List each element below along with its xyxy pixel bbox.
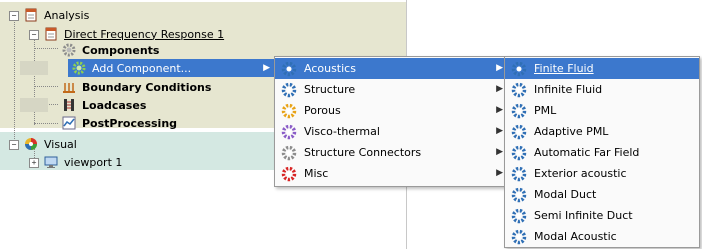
tree-item-analysis[interactable]: Analysis	[24, 6, 89, 24]
menu-item-finite-fluid[interactable]: Finite Fluid	[505, 58, 699, 79]
faded-row-marker	[20, 61, 48, 75]
gear-icon	[281, 166, 297, 181]
menu-label: Acoustics	[304, 62, 356, 75]
boundary-icon	[62, 80, 76, 94]
tree-label: viewport 1	[64, 155, 123, 169]
tree-label: Direct Frequency Response 1	[64, 27, 225, 41]
acoustics-menu: Finite Fluid Infinite Fluid PML Adaptive…	[504, 56, 700, 248]
menu-label: Semi Infinite Duct	[534, 209, 633, 222]
submenu-arrow-icon: ▶	[496, 105, 503, 115]
submenu-arrow-icon: ▶	[496, 168, 503, 178]
gear-icon	[62, 43, 76, 57]
tree-label: Visual	[44, 137, 77, 151]
gear-icon	[511, 229, 527, 244]
menu-item-structure[interactable]: Structure ▶	[275, 79, 509, 100]
menu-label: Finite Fluid	[534, 62, 594, 75]
tree-line	[34, 86, 58, 87]
faded-row-marker	[20, 98, 48, 112]
menu-label: Modal Duct	[534, 188, 597, 201]
menu-label: Structure	[304, 83, 356, 96]
tree-line	[34, 48, 58, 49]
menu-item-structure-connectors[interactable]: Structure Connectors ▶	[275, 142, 509, 163]
menu-label: Porous	[304, 104, 341, 117]
menu-item-semi-infinite-duct[interactable]: Semi Infinite Duct	[505, 205, 699, 226]
tree-label: Loadcases	[82, 98, 147, 112]
tree-label: Analysis	[44, 8, 90, 22]
tree-item-loadcases[interactable]: Loadcases	[62, 96, 146, 114]
monitor-icon	[44, 155, 58, 169]
menu-item-pml[interactable]: PML	[505, 100, 699, 121]
gear-icon	[511, 82, 527, 97]
tree-item-components[interactable]: Components	[62, 41, 159, 59]
menu-label: PML	[534, 104, 557, 117]
document-icon	[24, 8, 38, 22]
gear-icon	[511, 145, 527, 160]
gear-icon	[281, 61, 297, 76]
gear-icon	[281, 124, 297, 139]
gear-icon	[281, 103, 297, 118]
menu-item-porous[interactable]: Porous ▶	[275, 100, 509, 121]
menu-label: Adaptive PML	[534, 125, 609, 138]
tree-item-visual[interactable]: Visual	[24, 135, 77, 153]
menu-label: Infinite Fluid	[534, 83, 603, 96]
tree-label: PostProcessing	[82, 116, 178, 130]
menu-label: Exterior acoustic	[534, 167, 627, 180]
submenu-arrow-icon: ▶	[496, 126, 503, 136]
menu-item-acoustics[interactable]: Acoustics ▶	[275, 58, 509, 79]
gear-icon	[511, 103, 527, 118]
gear-icon	[72, 61, 86, 75]
tree-item-viewport[interactable]: viewport 1	[44, 153, 122, 171]
expand-toggle[interactable]: −	[29, 30, 39, 40]
tree-line	[34, 123, 58, 124]
add-component-item[interactable]: Add Component... ▶	[68, 59, 276, 77]
menu-item-exterior-acoustic[interactable]: Exterior acoustic	[505, 163, 699, 184]
gear-icon	[511, 61, 527, 76]
menu-label: Automatic Far Field	[534, 146, 640, 159]
menu-label: Structure Connectors	[304, 146, 422, 159]
tree-item-postprocessing[interactable]: PostProcessing	[62, 114, 177, 132]
menu-label: Modal Acoustic	[534, 230, 617, 243]
component-category-menu: Acoustics ▶ Structure ▶ Porous ▶ Visco-t…	[274, 56, 510, 187]
menu-label: Misc	[304, 167, 329, 180]
tree-item-boundary[interactable]: Boundary Conditions	[62, 78, 211, 96]
tree-line	[34, 40, 35, 125]
tree-label: Add Component...	[92, 61, 192, 75]
submenu-arrow-icon: ▶	[263, 63, 270, 73]
gear-icon	[281, 82, 297, 97]
document-icon	[44, 27, 58, 41]
expand-toggle[interactable]: +	[29, 158, 39, 168]
chart-icon	[62, 116, 76, 130]
tree-line	[14, 19, 15, 145]
loadcase-icon	[62, 98, 76, 112]
menu-item-modal-acoustic[interactable]: Modal Acoustic	[505, 226, 699, 247]
gear-icon	[511, 124, 527, 139]
menu-item-infinite-fluid[interactable]: Infinite Fluid	[505, 79, 699, 100]
tree-label: Components	[82, 43, 160, 57]
gear-icon	[511, 166, 527, 181]
menu-item-automatic-far-field[interactable]: Automatic Far Field	[505, 142, 699, 163]
menu-item-visco-thermal[interactable]: Visco-thermal ▶	[275, 121, 509, 142]
tree-label: Boundary Conditions	[82, 80, 212, 94]
menu-label: Visco-thermal	[304, 125, 380, 138]
expand-toggle[interactable]: −	[9, 11, 19, 21]
color-wheel-icon	[24, 137, 38, 151]
submenu-arrow-icon: ▶	[496, 63, 503, 73]
gear-icon	[511, 187, 527, 202]
submenu-arrow-icon: ▶	[496, 147, 503, 157]
menu-item-modal-duct[interactable]: Modal Duct	[505, 184, 699, 205]
expand-toggle[interactable]: −	[9, 140, 19, 150]
gear-icon	[281, 145, 297, 160]
submenu-arrow-icon: ▶	[496, 84, 503, 94]
menu-item-misc[interactable]: Misc ▶	[275, 163, 509, 184]
gear-icon	[511, 208, 527, 223]
menu-item-adaptive-pml[interactable]: Adaptive PML	[505, 121, 699, 142]
